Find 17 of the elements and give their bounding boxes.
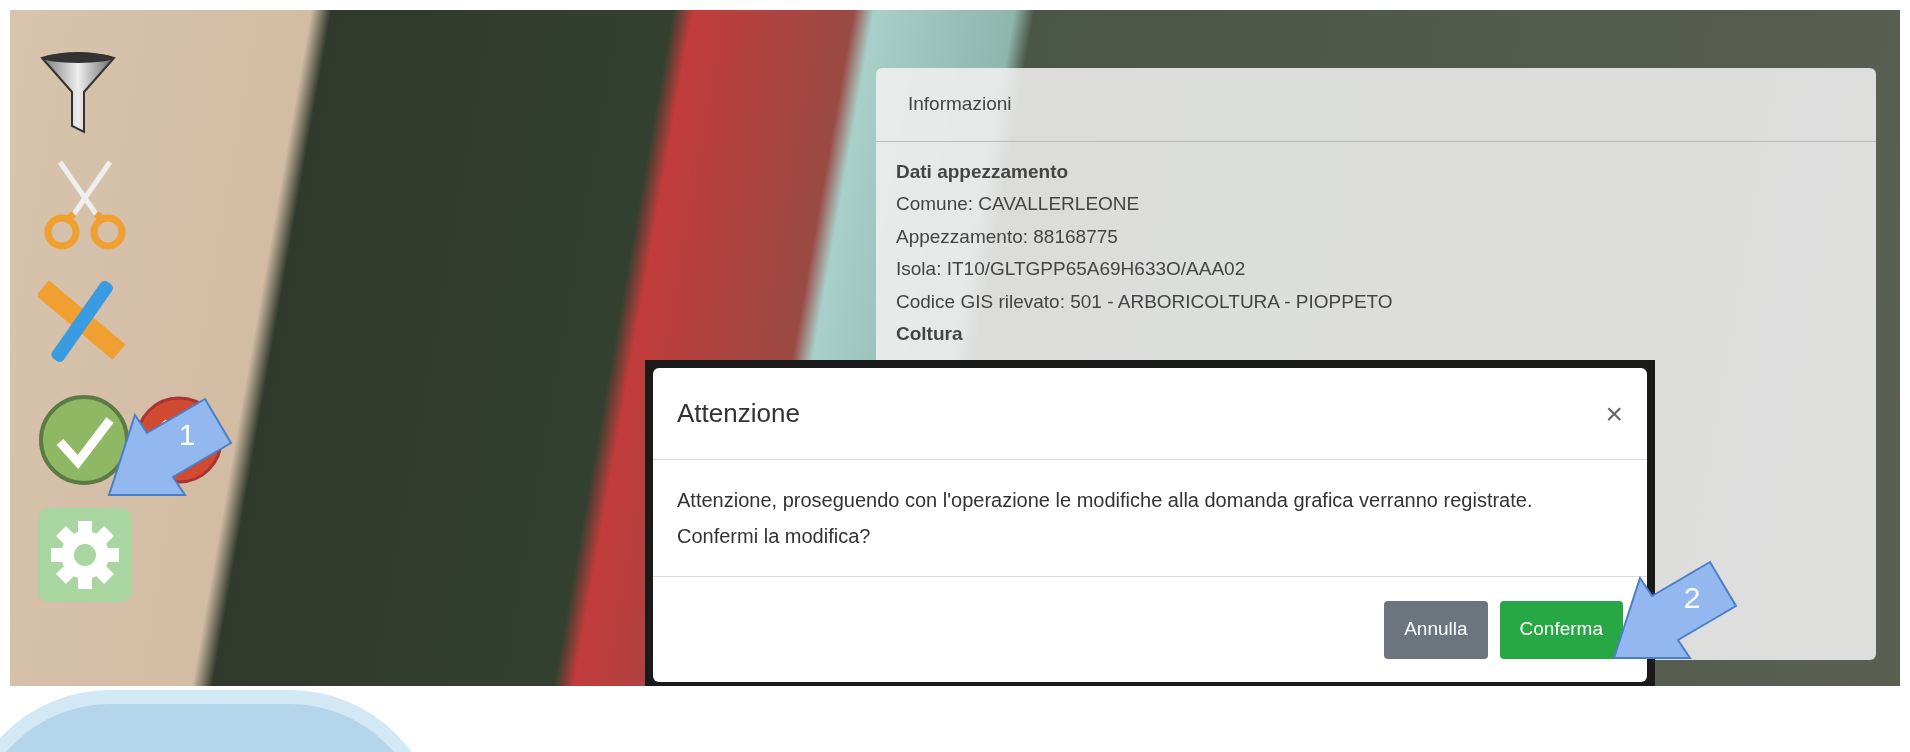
info-line: Codice GIS rilevato: 501 - ARBORICOLTURA - PIOPPETO: [896, 289, 1394, 314]
panel-title: Informazioni: [876, 68, 1876, 142]
close-button[interactable]: ×: [1605, 391, 1623, 436]
callout-number: 2: [1683, 581, 1701, 614]
section-title: Dati appezzamento: [896, 159, 1070, 184]
check-circle-icon[interactable]: [38, 394, 130, 486]
dialog-title: Attenzione: [677, 397, 800, 430]
callout-number: 1: [178, 418, 196, 451]
cancel-button[interactable]: Annulla: [1384, 600, 1488, 659]
dialog-message: Attenzione, proseguendo con l'operazione le modifiche alla domanda grafica verranno registrate. Confermi la modifica?: [653, 460, 1647, 577]
settings-icon[interactable]: [38, 508, 132, 602]
confirm-button[interactable]: Conferma: [1499, 600, 1623, 659]
info-line: Appezzamento: 88168775: [896, 224, 1119, 249]
section-title: Coltura: [896, 322, 964, 346]
funnel-icon[interactable]: [38, 50, 118, 136]
info-line: Comune: CAVALLERLEONE: [896, 192, 1141, 216]
info-line: Isola: IT10/GLTGPP65A69H633O/AAA02: [896, 257, 1247, 281]
